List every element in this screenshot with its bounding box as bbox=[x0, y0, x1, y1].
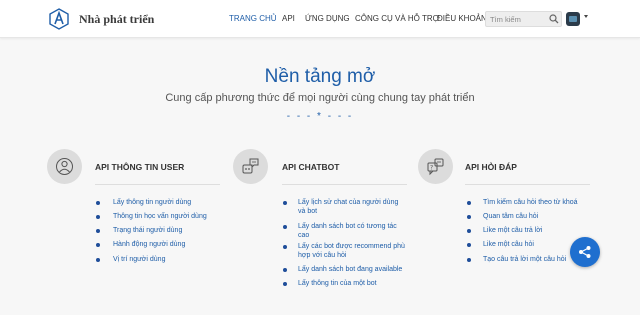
api-link-item[interactable]: Tìm kiếm câu hỏi theo từ khoá bbox=[483, 198, 593, 207]
section-divider bbox=[282, 184, 407, 185]
list-bullet bbox=[467, 229, 471, 233]
list-bullet bbox=[96, 243, 100, 247]
list-bullet bbox=[96, 201, 100, 205]
share-icon bbox=[579, 246, 591, 258]
api-chatbot-title[interactable]: API CHATBOT bbox=[282, 162, 339, 172]
nav-apps[interactable]: ỨNG DỤNG bbox=[305, 14, 350, 23]
search-icon[interactable] bbox=[549, 14, 559, 24]
list-bullet bbox=[96, 229, 100, 233]
api-link-item[interactable]: Hành động người dùng bbox=[113, 240, 223, 249]
chevron-down-icon[interactable] bbox=[584, 15, 588, 18]
decorative-divider: - - - * - - - bbox=[286, 111, 354, 122]
api-link-item[interactable]: Thông tin học vấn người dùng bbox=[113, 212, 223, 221]
nav-home[interactable]: TRANG CHỦ bbox=[229, 14, 277, 23]
list-bullet bbox=[283, 268, 287, 272]
list-bullet bbox=[283, 225, 287, 229]
brand-logo-icon[interactable] bbox=[48, 8, 70, 30]
api-user-info-title[interactable]: API THÔNG TIN USER bbox=[95, 162, 184, 172]
page-subtitle: Cung cấp phương thức để mọi người cùng c… bbox=[165, 92, 475, 104]
api-link-item[interactable]: Lấy thông tin người dùng bbox=[113, 198, 223, 207]
list-bullet bbox=[283, 282, 287, 286]
page-title: Nền tảng mở bbox=[264, 66, 376, 87]
api-link-item[interactable]: Lấy thông tin của một bot bbox=[298, 279, 406, 288]
api-link-item[interactable]: Lấy lịch sử chat của người dùng và bot bbox=[298, 198, 406, 216]
section-divider bbox=[465, 184, 590, 185]
list-bullet bbox=[96, 215, 100, 219]
nav-terms[interactable]: ĐIỀU KHOẢN bbox=[437, 14, 487, 23]
chatbot-icon bbox=[233, 149, 268, 184]
top-navbar: Nhà phát triển TRANG CHỦ API ỨNG DỤNG CÔ… bbox=[0, 0, 640, 38]
svg-text:?: ? bbox=[430, 165, 433, 172]
api-link-item[interactable]: Trạng thái người dùng bbox=[113, 226, 223, 235]
api-link-item[interactable]: Vị trí người dùng bbox=[113, 255, 223, 264]
share-button[interactable] bbox=[570, 237, 600, 267]
list-bullet bbox=[96, 258, 100, 262]
api-link-item[interactable]: Lấy các bot được recommend phù hợp với c… bbox=[298, 242, 406, 260]
list-bullet bbox=[467, 258, 471, 262]
api-link-item[interactable]: Lấy danh sách bot đang available bbox=[298, 265, 413, 274]
nav-api[interactable]: API bbox=[282, 14, 295, 23]
user-profile-icon bbox=[47, 149, 82, 184]
section-divider bbox=[95, 184, 220, 185]
api-link-item[interactable]: Like một câu trả lời bbox=[483, 226, 593, 235]
qa-icon: ? bbox=[418, 149, 453, 184]
list-bullet bbox=[467, 215, 471, 219]
nav-tools-support[interactable]: CÔNG CỤ VÀ HỖ TRỢ bbox=[355, 14, 440, 23]
api-link-item[interactable]: Quan tâm câu hỏi bbox=[483, 212, 593, 221]
list-bullet bbox=[283, 201, 287, 205]
list-bullet bbox=[467, 243, 471, 247]
list-bullet bbox=[467, 201, 471, 205]
user-avatar[interactable] bbox=[566, 12, 580, 26]
api-link-item[interactable]: Lấy danh sách bot có tương tác cao bbox=[298, 222, 406, 240]
list-bullet bbox=[283, 245, 287, 249]
api-qa-title[interactable]: API HỎI ĐÁP bbox=[465, 162, 517, 172]
brand-name[interactable]: Nhà phát triển bbox=[79, 12, 154, 27]
